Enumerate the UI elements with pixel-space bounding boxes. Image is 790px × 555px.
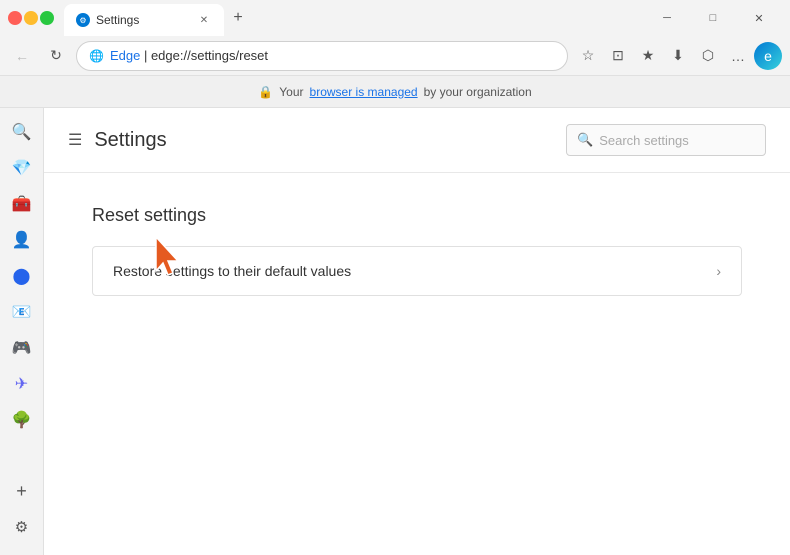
addons-button[interactable]: ⬡	[694, 42, 722, 70]
maximize-button[interactable]: □	[690, 0, 736, 36]
minimize-button[interactable]: ─	[644, 0, 690, 36]
back-button[interactable]: ←	[8, 42, 36, 70]
more-button[interactable]: …	[724, 42, 752, 70]
sidebar-item-circle[interactable]: ⬤	[6, 260, 38, 292]
address-separator: |	[144, 48, 151, 63]
close-window-button[interactable]: ✕	[736, 0, 782, 36]
sidebar: 🔍 💎 🧰 👤 ⬤ 📧 🎮 ✈ 🌳 + ⚙	[0, 108, 44, 555]
title-bar: ⚙ Settings ✕ + ─ □ ✕	[0, 0, 790, 36]
svg-text:⚙: ⚙	[79, 16, 86, 25]
restore-defaults-label: Restore settings to their default values	[113, 263, 716, 279]
sidebar-item-outlook[interactable]: 📧	[6, 296, 38, 328]
sidebar-bottom: + ⚙	[6, 475, 38, 547]
tab-favicon: ⚙	[76, 13, 90, 27]
tab-close-button[interactable]: ✕	[196, 12, 212, 28]
toolbar-icons: ☆ ⊡ ★ ⬇ ⬡ … e	[574, 42, 782, 70]
window-controls: ─ □ ✕	[644, 0, 782, 36]
minimize-button-macos[interactable]	[24, 11, 38, 25]
title-bar-controls	[8, 11, 54, 25]
sidebar-item-wallet[interactable]: 💎	[6, 152, 38, 184]
favorites-button[interactable]: ★	[634, 42, 662, 70]
managed-link[interactable]: browser is managed	[310, 85, 418, 99]
edge-label: Edge	[110, 48, 140, 63]
new-tab-button[interactable]: +	[224, 4, 252, 32]
settings-header: ☰ Settings 🔍 Search settings	[44, 108, 790, 173]
address-box[interactable]: 🌐 Edge | edge://settings/reset	[76, 41, 568, 71]
content-area: ☰ Settings 🔍 Search settings Reset setti…	[44, 108, 790, 555]
chevron-right-icon: ›	[716, 263, 721, 279]
address-url: edge://settings/reset	[151, 48, 268, 63]
bookmark-button[interactable]: ☆	[574, 42, 602, 70]
hamburger-button[interactable]: ☰	[68, 130, 82, 150]
sidebar-item-puzzle[interactable]: 🎮	[6, 332, 38, 364]
search-box-placeholder: Search settings	[599, 133, 689, 148]
tab-bar: ⚙ Settings ✕ +	[64, 0, 640, 36]
sidebar-item-send[interactable]: ✈	[6, 368, 38, 400]
sidebar-settings-button[interactable]: ⚙	[6, 511, 38, 543]
main-layout: 🔍 💎 🧰 👤 ⬤ 📧 🎮 ✈ 🌳 + ⚙ ☰ Settings 🔍 Searc…	[0, 108, 790, 555]
maximize-button-macos[interactable]	[40, 11, 54, 25]
sidebar-item-person[interactable]: 👤	[6, 224, 38, 256]
banner-text-after: by your organization	[424, 85, 532, 99]
lock-icon: 🔒	[258, 85, 273, 99]
banner-text-before: Your	[279, 85, 303, 99]
sidebar-item-tree[interactable]: 🌳	[6, 404, 38, 436]
reload-button[interactable]: ↻	[42, 42, 70, 70]
settings-search-box[interactable]: 🔍 Search settings	[566, 124, 766, 156]
sidebar-add-button[interactable]: +	[6, 475, 38, 507]
active-tab[interactable]: ⚙ Settings ✕	[64, 4, 224, 36]
tab-title: Settings	[96, 13, 139, 27]
downloads-button[interactable]: ⬇	[664, 42, 692, 70]
managed-banner: 🔒 Your browser is managed by your organi…	[0, 76, 790, 108]
address-text: Edge | edge://settings/reset	[110, 48, 555, 63]
reset-section-title: Reset settings	[92, 205, 742, 226]
page-title: Settings	[94, 129, 166, 152]
address-bar: ← ↻ 🌐 Edge | edge://settings/reset ☆ ⊡ ★…	[0, 36, 790, 76]
sidebar-item-search[interactable]: 🔍	[6, 116, 38, 148]
reset-section: Reset settings Restore settings to their…	[44, 173, 790, 328]
edge-profile-button[interactable]: e	[754, 42, 782, 70]
edge-icon: 🌐	[89, 49, 104, 63]
sidebar-item-briefcase[interactable]: 🧰	[6, 188, 38, 220]
restore-defaults-card[interactable]: Restore settings to their default values…	[92, 246, 742, 296]
close-button-macos[interactable]	[8, 11, 22, 25]
splitscreen-button[interactable]: ⊡	[604, 42, 632, 70]
search-box-icon: 🔍	[577, 132, 593, 148]
